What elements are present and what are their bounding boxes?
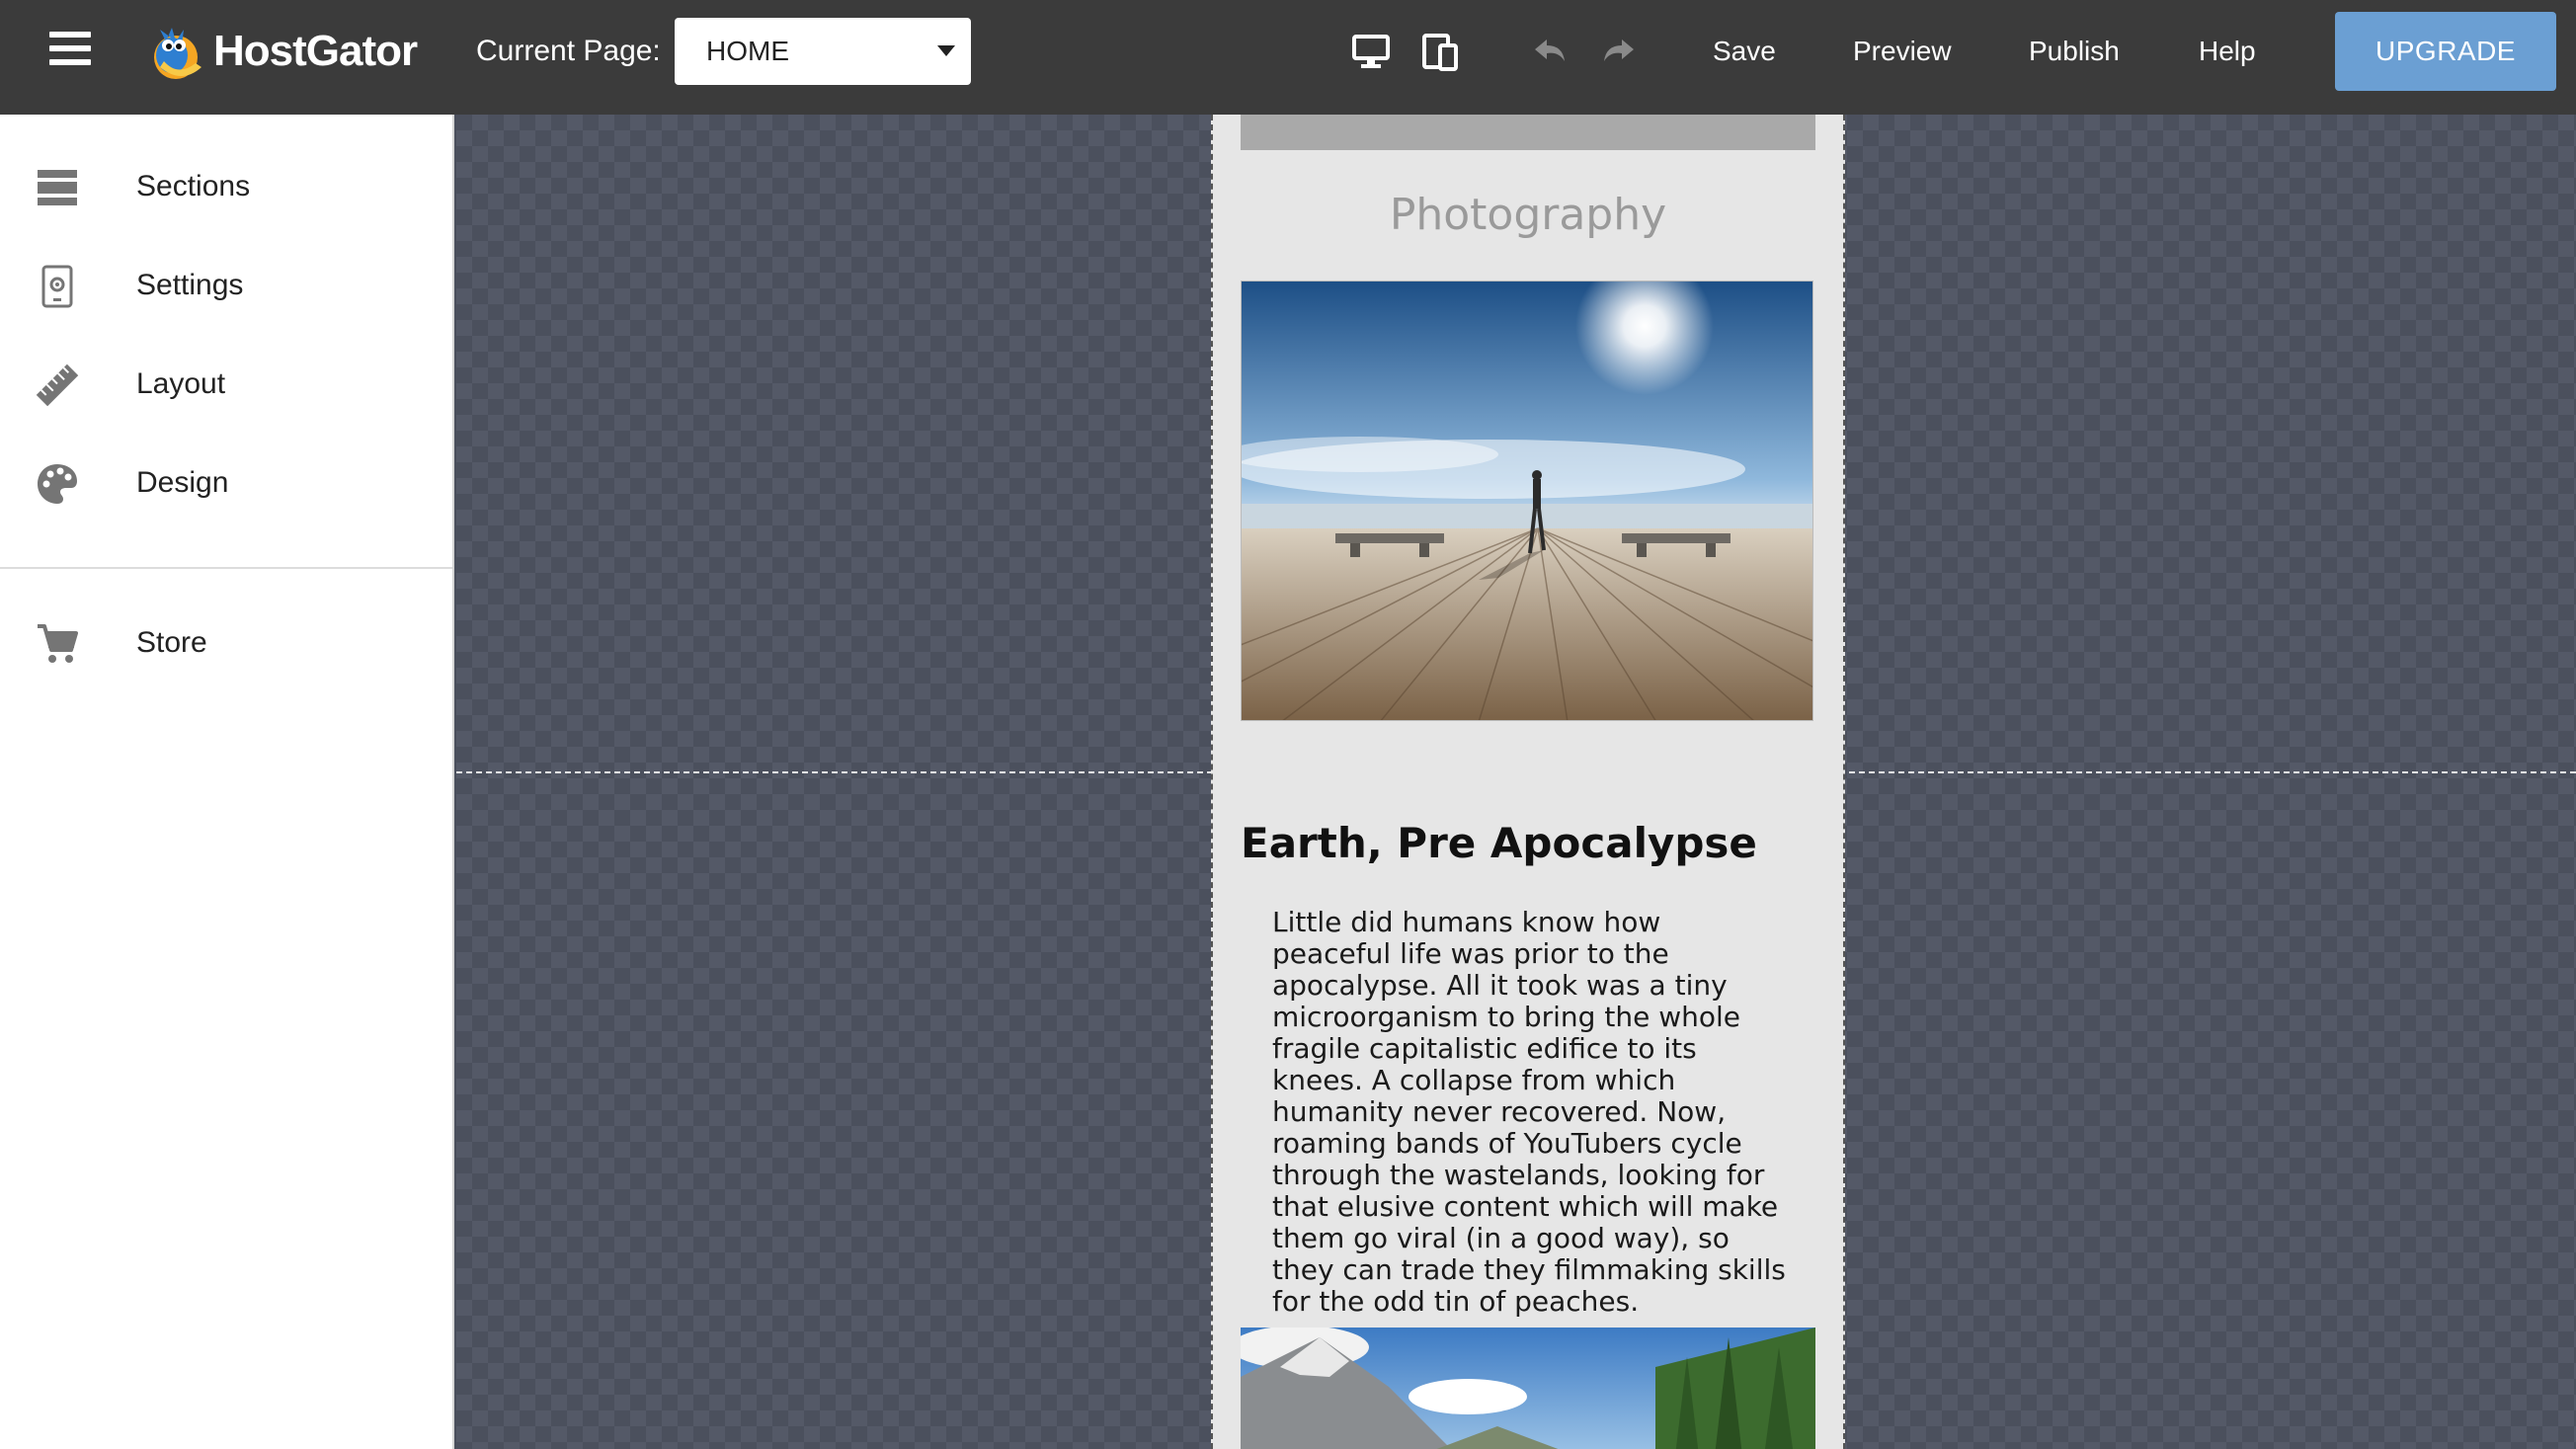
sidebar-item-label: Settings xyxy=(136,269,244,301)
article-body-text[interactable]: Little did humans know how peaceful life… xyxy=(1272,907,1786,1318)
preview-button[interactable]: Preview xyxy=(1853,30,1952,73)
pier-photo-image[interactable] xyxy=(1241,281,1813,721)
settings-icon xyxy=(36,265,79,308)
sidebar-item-label: Layout xyxy=(136,367,226,400)
current-page-value: HOME xyxy=(706,36,789,66)
editor-canvas[interactable]: Photography Earth, Pre Apocalypse Little… xyxy=(456,115,2576,1449)
undo-icon[interactable] xyxy=(1529,30,1572,73)
cart-icon xyxy=(36,622,79,666)
sidebar-item-design[interactable]: Design xyxy=(0,439,452,527)
menu-icon[interactable] xyxy=(49,32,91,67)
palette-icon xyxy=(36,462,79,506)
save-button[interactable]: Save xyxy=(1713,30,1776,73)
current-page-select[interactable]: HOME xyxy=(675,18,971,85)
previous-section-block[interactable] xyxy=(1241,115,1815,150)
top-toolbar: HostGator Current Page: HOME Save Previe… xyxy=(0,0,2576,115)
mountain-photo-image[interactable] xyxy=(1241,1328,1815,1449)
chevron-down-icon xyxy=(937,45,955,56)
desktop-icon[interactable] xyxy=(1349,30,1393,73)
article-title[interactable]: Earth, Pre Apocalypse xyxy=(1241,816,1757,871)
ruler-icon xyxy=(36,363,79,407)
help-button[interactable]: Help xyxy=(2199,30,2256,73)
publish-button[interactable]: Publish xyxy=(2029,30,2120,73)
photography-heading[interactable]: Photography xyxy=(1213,186,1843,245)
sidebar-item-sections[interactable]: Sections xyxy=(0,142,452,231)
page-content-column[interactable]: Photography Earth, Pre Apocalypse Little… xyxy=(1211,115,1845,1449)
sidebar-item-label: Design xyxy=(136,466,229,499)
current-page-label: Current Page: xyxy=(476,35,661,67)
hostgator-logo[interactable]: HostGator xyxy=(146,22,418,81)
upgrade-button[interactable]: UPGRADE xyxy=(2335,12,2556,91)
sidebar-item-label: Store xyxy=(136,626,207,659)
logo-text: HostGator xyxy=(213,27,418,75)
sidebar-divider xyxy=(0,567,452,569)
sidebar-item-label: Sections xyxy=(136,170,251,202)
gator-logo-icon xyxy=(154,28,201,79)
sidebar-item-layout[interactable]: Layout xyxy=(0,340,452,429)
sidebar-item-settings[interactable]: Settings xyxy=(0,241,452,330)
sidebar-item-store[interactable]: Store xyxy=(0,599,452,687)
sections-icon xyxy=(36,166,79,209)
redo-icon[interactable] xyxy=(1596,30,1640,73)
sidebar: Sections Settings Layout Design Store xyxy=(0,115,454,1449)
tablet-mobile-icon[interactable] xyxy=(1418,30,1462,73)
